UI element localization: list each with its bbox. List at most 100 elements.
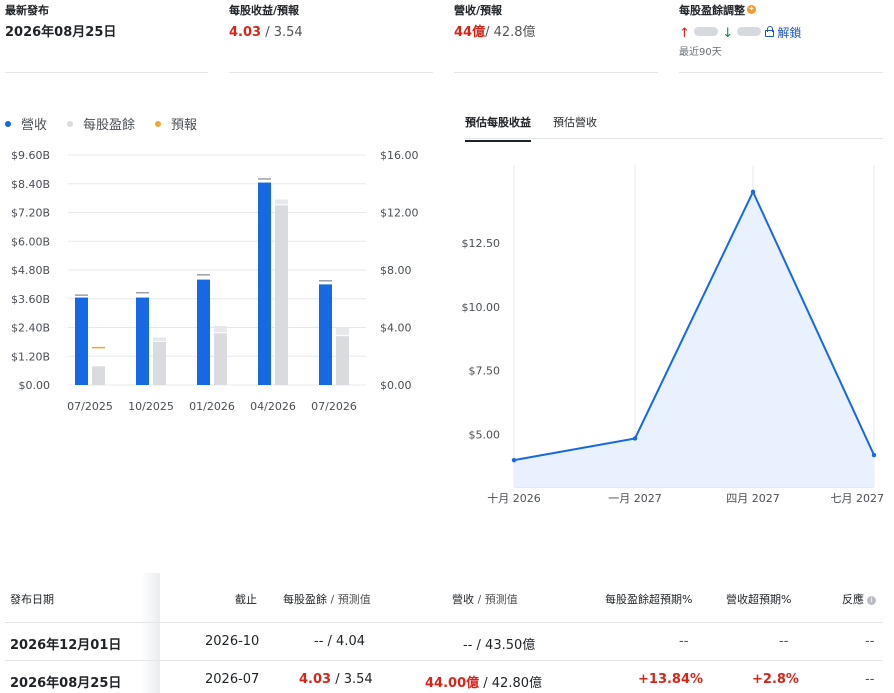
x-axis-tick-label: 十月 2026	[487, 491, 541, 505]
header-rev: 營收	[452, 593, 474, 606]
legend-label: 每股盈餘	[83, 118, 136, 133]
legend-item-revenue[interactable]: 營收	[5, 114, 47, 133]
row-rev-surprise: --	[779, 634, 789, 649]
header-eps: 每股盈餘	[283, 593, 327, 606]
right-axis-tick-label: $12.00	[380, 207, 419, 220]
header-sep: /	[474, 593, 485, 606]
col-header-eps-surprise[interactable]: 每股盈餘超預期%	[605, 591, 692, 607]
eps-bar	[153, 341, 166, 385]
col-header-eps[interactable]: 每股盈餘 / 預測值	[283, 591, 371, 607]
stat-value: 4.03 / 3.54	[229, 24, 433, 42]
unlock-button[interactable]: 解鎖	[765, 26, 801, 40]
arrow-up-icon: ↑	[679, 26, 690, 41]
row-date: 2026年08月25日	[10, 676, 122, 691]
revenue-actual: 44億	[454, 25, 486, 40]
eps-actual: --	[314, 634, 324, 649]
row-date: 2026年12月01日	[10, 638, 122, 653]
x-axis-tick-label: 七月 2027	[831, 492, 885, 505]
col-header-period[interactable]: 截止	[235, 591, 257, 607]
row-eps: 4.03 / 3.54	[299, 672, 373, 687]
pro-badge-icon: ✦	[747, 5, 756, 14]
revenue-bar	[136, 297, 149, 385]
separator: /	[261, 25, 274, 40]
col-header-rev-surprise[interactable]: 營收超預期%	[726, 591, 791, 607]
x-axis-tick-label: 一月 2027	[608, 492, 662, 505]
header-reaction: 反應	[842, 593, 864, 606]
sep: /	[323, 634, 337, 649]
left-axis-tick-label: $4.80B	[11, 264, 50, 277]
stat-eps-revision: 每股盈餘調整 ✦ ↑ ↓ 解鎖 最近90天	[679, 0, 883, 73]
tabs-underline	[465, 138, 883, 139]
rev-actual: --	[463, 638, 473, 653]
legend-item-eps[interactable]: 每股盈餘	[67, 114, 135, 133]
right-axis-tick-label: $8.00	[380, 264, 412, 277]
row-reaction: --	[865, 672, 875, 687]
legend-label: 營收	[21, 118, 48, 133]
revenue-bar	[75, 297, 88, 385]
sep: /	[472, 638, 486, 653]
table-divider	[5, 622, 882, 623]
right-axis-tick-label: $0.00	[380, 379, 412, 392]
row-revenue: 44.00億 / 42.80億	[425, 672, 542, 691]
row-rev-surprise: +2.8%	[752, 672, 799, 687]
left-axis-tick-label: $0.00	[19, 379, 51, 392]
chart-legend: 營收 每股盈餘 預報	[5, 114, 197, 133]
table-divider	[5, 660, 882, 661]
data-point	[511, 457, 517, 463]
eps-actual: 4.03	[299, 672, 332, 687]
legend-dot-icon	[155, 121, 162, 127]
right-axis-tick-label: $4.00	[380, 322, 412, 335]
eps-estimate: 3.54	[343, 672, 373, 687]
legend-dot-icon	[5, 121, 11, 127]
stat-eps: 每股收益/預報 4.03 / 3.54	[229, 0, 433, 73]
eps-estimate-mark	[214, 326, 227, 333]
left-axis-tick-label: $2.40B	[11, 322, 50, 335]
x-axis-tick-label: 07/2026	[311, 400, 357, 413]
x-axis-tick-label: 四月 2027	[726, 492, 780, 505]
left-axis-tick-label: $3.60B	[11, 293, 50, 306]
legend-label: 預報	[171, 118, 198, 133]
eps-estimate: 3.54	[273, 25, 303, 40]
row-eps: -- / 4.04	[314, 634, 365, 649]
y-axis-tick-label: $5.00	[469, 429, 501, 442]
x-axis-tick-label: 07/2025	[67, 400, 113, 413]
row-eps-surprise: --	[679, 634, 689, 649]
y-axis-tick-label: $10.00	[462, 301, 501, 314]
data-point	[632, 436, 638, 441]
unlock-label: 解鎖	[777, 26, 802, 40]
x-axis-tick-label: 10/2025	[128, 400, 174, 413]
legend-item-forecast[interactable]: 預報	[155, 114, 197, 133]
x-axis-tick-label: 01/2026	[189, 400, 235, 413]
right-axis-tick-label: $16.00	[380, 149, 419, 162]
row-revenue: -- / 43.50億	[463, 634, 535, 653]
left-axis-tick-label: $9.60B	[11, 149, 50, 162]
sep: /	[479, 676, 492, 691]
sep: /	[331, 672, 344, 687]
col-header-reaction[interactable]: 反應 i	[842, 591, 876, 607]
arrow-down-icon: ↓	[722, 26, 734, 41]
stat-value: 2026年08月25日	[5, 24, 208, 42]
lock-icon	[765, 26, 775, 37]
row-eps-surprise: +13.84%	[638, 672, 704, 687]
stat-label: 營收/預報	[454, 4, 503, 17]
row-period: 2026-10	[205, 634, 260, 649]
eps-estimate: 4.04	[336, 634, 365, 649]
eps-estimate-mark	[153, 337, 166, 341]
revenue-bar	[197, 279, 210, 385]
blurred-value	[694, 27, 719, 36]
left-axis-tick-label: $7.20B	[11, 207, 50, 220]
info-icon[interactable]: i	[867, 596, 876, 605]
eps-actual: 4.03	[229, 25, 262, 40]
rev-estimate: 42.80億	[491, 676, 542, 691]
left-axis-tick-label: $6.00B	[11, 235, 50, 248]
stat-revenue: 營收/預報 44億/ 42.8億	[454, 0, 658, 73]
separator: /	[485, 25, 494, 40]
eps-forecast-area-chart: $5.00 $7.50 $10.00 $12.50 十月 2026 一月 2027 四月 2…	[462, 165, 885, 505]
eps-bar	[275, 205, 288, 385]
col-header-revenue[interactable]: 營收 / 預測值	[452, 591, 518, 607]
left-axis-tick-label: $8.40B	[11, 178, 50, 191]
eps-estimate-mark	[336, 327, 349, 336]
col-header-date[interactable]: 發布日期	[10, 591, 54, 607]
stat-value: 44億/ 42.8億	[454, 24, 658, 42]
row-reaction: --	[865, 634, 875, 649]
